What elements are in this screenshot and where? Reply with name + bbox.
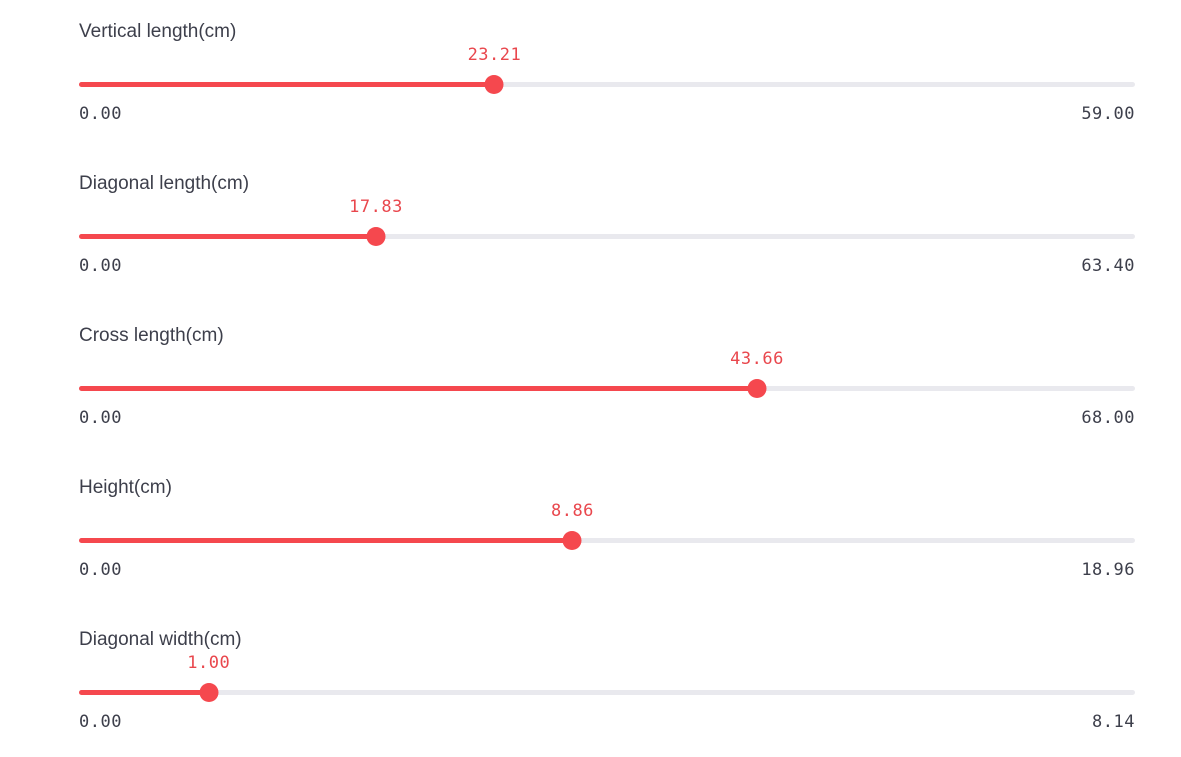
- slider-track-area[interactable]: 23.21: [79, 45, 1135, 94]
- slider-diagonal-width: Diagonal width(cm) 1.00 0.00 8.14: [79, 627, 1135, 757]
- slider-fill: [79, 690, 209, 695]
- slider-fill: [79, 82, 495, 87]
- slider-max-label: 59.00: [1081, 104, 1135, 124]
- slider-value: 17.83: [349, 197, 403, 217]
- slider-label: Diagonal width(cm): [79, 629, 242, 650]
- slider-max-label: 8.14: [1092, 712, 1135, 732]
- slider-min-label: 0.00: [79, 560, 122, 580]
- slider-track-area[interactable]: 17.83: [79, 197, 1135, 246]
- slider-min-label: 0.00: [79, 712, 122, 732]
- slider-track-area[interactable]: 8.86: [79, 501, 1135, 550]
- slider-max-label: 18.96: [1081, 560, 1135, 580]
- slider-min-label: 0.00: [79, 408, 122, 428]
- slider-thumb[interactable]: [484, 75, 504, 94]
- slider-value: 23.21: [467, 45, 522, 65]
- slider-cross-length: Cross length(cm) 43.66 0.00 68.00: [79, 323, 1135, 453]
- slider-track[interactable]: [79, 690, 1135, 695]
- slider-fill: [79, 234, 376, 239]
- slider-thumb[interactable]: [747, 379, 767, 398]
- slider-thumb[interactable]: [199, 683, 219, 702]
- slider-height: Height(cm) 8.86 0.00 18.96: [79, 475, 1135, 605]
- slider-track-area[interactable]: 43.66: [79, 349, 1135, 398]
- slider-label: Diagonal length(cm): [79, 173, 250, 194]
- slider-track-area[interactable]: 1.00: [79, 653, 1135, 702]
- slider-fill: [79, 386, 757, 391]
- slider-max-label: 63.40: [1081, 256, 1135, 276]
- slider-max-label: 68.00: [1081, 408, 1135, 428]
- slider-diagonal-length: Diagonal length(cm) 17.83 0.00 63.40: [79, 171, 1135, 301]
- slider-vertical-length: Vertical length(cm) 23.21 0.00 59.00: [79, 19, 1135, 149]
- slider-value: 8.86: [550, 501, 594, 521]
- slider-label: Height(cm): [79, 477, 172, 498]
- slider-value: 43.66: [730, 349, 784, 369]
- slider-thumb[interactable]: [562, 531, 582, 550]
- slider-label: Cross length(cm): [79, 325, 224, 346]
- slider-thumb[interactable]: [366, 227, 386, 246]
- slider-value: 1.00: [187, 653, 231, 673]
- slider-label: Vertical length(cm): [79, 21, 237, 42]
- slider-min-label: 0.00: [79, 256, 122, 276]
- slider-fill: [79, 538, 573, 543]
- slider-min-label: 0.00: [79, 104, 122, 124]
